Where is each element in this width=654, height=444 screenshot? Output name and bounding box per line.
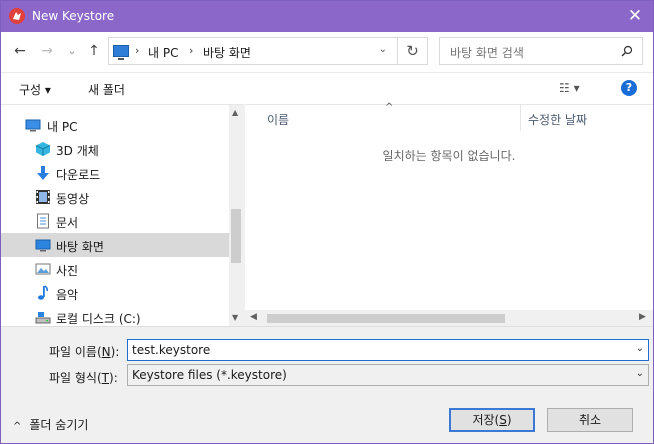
file-name-label: 파일 이름(N): xyxy=(49,345,120,359)
file-type-value[interactable]: Keystore files (*.keystore) xyxy=(132,368,287,382)
breadcrumb-separator-icon[interactable]: › xyxy=(135,44,139,57)
search-box[interactable]: 바탕 화면 검색 xyxy=(439,37,643,65)
column-divider[interactable] xyxy=(520,105,521,131)
recent-locations-chevron-icon[interactable]: ⌄ xyxy=(63,41,81,61)
sidebar-item-label: 다운로드 xyxy=(56,168,101,182)
back-arrow-icon[interactable]: ← xyxy=(11,41,29,61)
sidebar-scroll-thumb[interactable] xyxy=(231,209,241,263)
file-type-label: 파일 형식(T): xyxy=(49,371,118,385)
dialog-footer: 파일 이름(N): test.keystore ⌄ 파일 형식(T): Keys… xyxy=(1,326,653,443)
forward-arrow-icon[interactable]: → xyxy=(38,41,56,61)
window-title: New Keystore xyxy=(32,9,115,23)
sidebar-item-videos[interactable]: 동영상 xyxy=(1,185,229,209)
scroll-left-icon[interactable]: ◀ xyxy=(250,312,257,322)
sidebar-item-label: 사진 xyxy=(56,264,79,278)
download-icon xyxy=(35,165,51,181)
up-arrow-icon[interactable]: ↑ xyxy=(85,41,103,61)
breadcrumb-my-pc[interactable]: 내 PC xyxy=(148,44,178,61)
hide-folders-toggle[interactable]: ^ 폴더 숨기기 xyxy=(13,416,88,433)
file-name-value[interactable]: test.keystore xyxy=(132,343,210,357)
sidebar-item-label: 바탕 화면 xyxy=(56,240,104,254)
scroll-up-icon[interactable]: ▲ xyxy=(232,108,238,117)
document-icon xyxy=(35,213,51,229)
breadcrumb-desktop[interactable]: 바탕 화면 xyxy=(203,44,251,61)
help-icon[interactable]: ? xyxy=(621,80,637,96)
keystore-app-icon xyxy=(9,8,25,24)
pc-icon xyxy=(113,45,129,60)
file-list-horizontal-scrollbar[interactable]: ◀ ▶ xyxy=(245,310,653,327)
sort-ascending-icon: ^ xyxy=(385,102,394,113)
navigation-bar: ← → ⌄ ↑ › 내 PC › 바탕 화면 ⌄ ↻ 바탕 화면 검색 xyxy=(1,32,653,72)
column-header-name[interactable]: 이름 xyxy=(267,111,289,128)
new-folder-button[interactable]: 새 폴더 xyxy=(88,81,125,98)
file-type-select[interactable]: Keystore files (*.keystore) ⌄ xyxy=(127,364,649,386)
command-bar: 구성 ▾ 새 폴더 ☷ ▾ ? xyxy=(1,72,653,104)
column-header-date-modified[interactable]: 수정한 날짜 xyxy=(528,111,587,128)
title-bar: New Keystore ✕ xyxy=(1,1,653,32)
sidebar-item-label: 3D 개체 xyxy=(56,144,99,158)
chevron-down-icon[interactable]: ⌄ xyxy=(636,368,644,379)
view-options-icon[interactable]: ☷ ▾ xyxy=(559,81,580,95)
scroll-right-icon[interactable]: ▶ xyxy=(639,312,646,322)
sidebar-scrollbar[interactable]: ▲ ▼ xyxy=(229,105,243,326)
address-dropdown-icon[interactable]: ⌄ xyxy=(379,44,387,55)
music-icon xyxy=(35,285,51,301)
sidebar-item-3d-objects[interactable]: 3D 개체 xyxy=(1,137,229,161)
new-keystore-dialog: New Keystore ✕ ← → ⌄ ↑ › 내 PC › 바탕 화면 ⌄ … xyxy=(0,0,654,444)
chevron-up-icon: ^ xyxy=(13,421,22,432)
organize-menu[interactable]: 구성 ▾ xyxy=(19,81,51,98)
search-icon[interactable] xyxy=(621,45,633,57)
sidebar-item-label: 내 PC xyxy=(47,120,78,134)
cancel-button[interactable]: 취소 xyxy=(547,408,633,432)
breadcrumb-separator-icon[interactable]: › xyxy=(189,44,193,57)
chevron-down-icon[interactable]: ⌄ xyxy=(636,343,644,354)
hide-folders-label: 폴더 숨기기 xyxy=(29,418,89,432)
address-bar[interactable]: › 내 PC › 바탕 화면 ⌄ ↻ xyxy=(108,37,428,65)
save-button[interactable]: 저장(S) xyxy=(449,408,535,432)
navigation-pane: 내 PC 3D 개체 다운로드 동영상 문서 바탕 화면 사진 음악 로컬 디스… xyxy=(1,104,243,326)
desktop-icon xyxy=(35,237,51,253)
file-list-pane: ^ 이름 수정한 날짜 일치하는 항목이 없습니다. ◀ ▶ xyxy=(245,102,653,327)
3d-objects-icon xyxy=(35,141,51,157)
sidebar-item-desktop[interactable]: 바탕 화면 xyxy=(1,233,229,257)
sidebar-item-music[interactable]: 음악 xyxy=(1,281,229,305)
search-placeholder[interactable]: 바탕 화면 검색 xyxy=(450,44,524,61)
sidebar-item-label: 음악 xyxy=(56,288,79,302)
sidebar-item-local-disk-c[interactable]: 로컬 디스크 (C:) xyxy=(1,305,229,326)
sidebar-item-documents[interactable]: 문서 xyxy=(1,209,229,233)
video-icon xyxy=(35,189,51,205)
sidebar-item-label: 동영상 xyxy=(56,192,90,206)
file-name-input[interactable]: test.keystore ⌄ xyxy=(127,339,649,361)
sidebar-item-my-pc[interactable]: 내 PC xyxy=(1,113,229,137)
scroll-down-icon[interactable]: ▼ xyxy=(232,313,238,322)
sidebar-item-pictures[interactable]: 사진 xyxy=(1,257,229,281)
close-icon[interactable]: ✕ xyxy=(625,6,645,26)
pictures-icon xyxy=(35,261,51,277)
empty-folder-message: 일치하는 항목이 없습니다. xyxy=(382,149,516,163)
pc-icon xyxy=(25,117,41,133)
sidebar-item-label: 로컬 디스크 (C:) xyxy=(56,312,141,326)
refresh-icon[interactable]: ↻ xyxy=(397,38,427,64)
sidebar-item-label: 문서 xyxy=(56,216,79,230)
horizontal-scroll-thumb[interactable] xyxy=(267,314,505,323)
sidebar-item-downloads[interactable]: 다운로드 xyxy=(1,161,229,185)
drive-icon xyxy=(35,309,51,325)
